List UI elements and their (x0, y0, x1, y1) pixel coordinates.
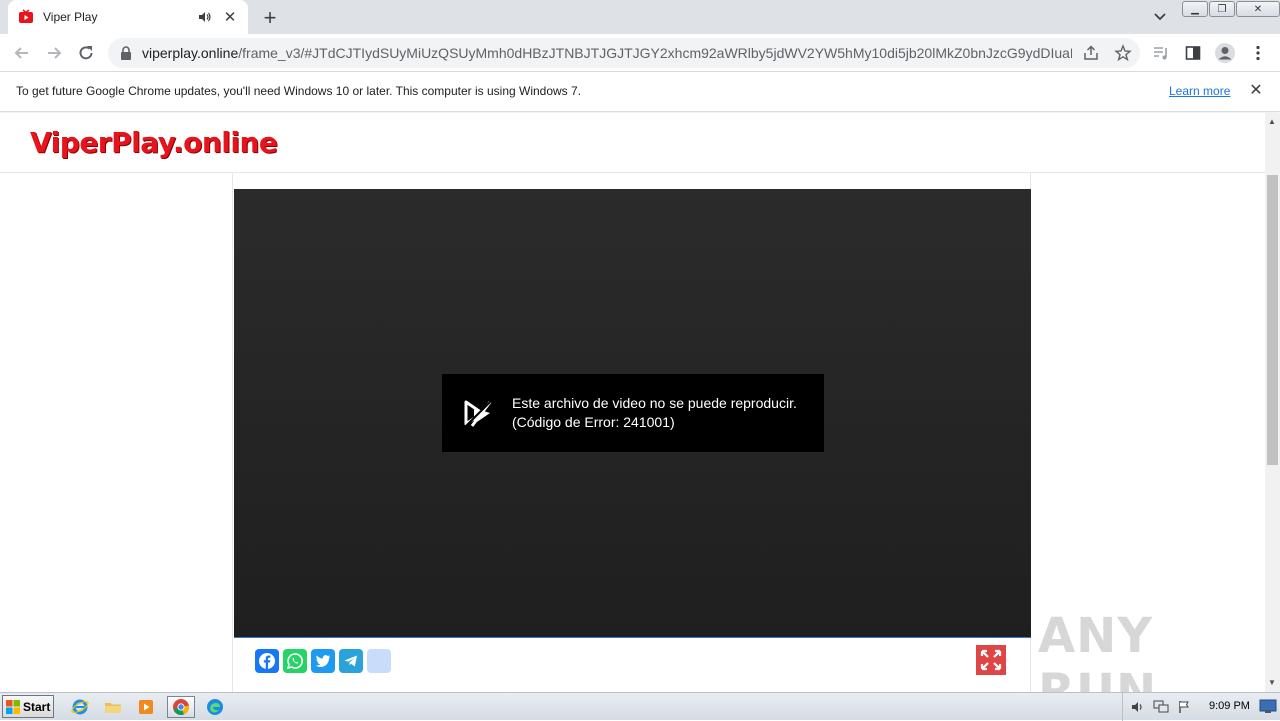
start-label: Start (23, 699, 51, 714)
player-container: Este archivo de video no se puede reprod… (232, 173, 1031, 692)
windows-logo-icon (6, 699, 20, 714)
tab-strip: Viper Play ✕ + ▁ ❐ ✕ (0, 0, 1280, 34)
tab-close-icon[interactable]: ✕ (222, 9, 238, 26)
restore-icon[interactable]: ❐ (1209, 1, 1235, 17)
twitter-icon[interactable] (311, 649, 335, 673)
menu-kebab-icon[interactable] (1246, 41, 1270, 65)
edge-icon[interactable] (203, 696, 227, 718)
window-controls: ▁ ❐ ✕ (1182, 1, 1280, 18)
learn-more-link[interactable]: Learn more (1169, 84, 1230, 98)
chrome-taskbar-icon[interactable] (167, 696, 195, 718)
url-path: /frame_v3/#JTdCJTIydSUyMiUzQSUyMmh0dHBzJ… (238, 45, 1072, 61)
infobar-message: To get future Google Chrome updates, you… (16, 84, 582, 98)
infobar-close-icon[interactable]: ✕ (1248, 83, 1264, 99)
scroll-up-icon[interactable]: ▲ (1268, 117, 1276, 126)
url-text[interactable]: viperplay.online/frame_v3/#JTdCJTIydSUyM… (142, 45, 1072, 61)
minimize-icon[interactable]: ▁ (1182, 1, 1208, 17)
site-logo[interactable]: ViperPlay.online (30, 126, 278, 159)
show-desktop-icon[interactable] (1259, 697, 1277, 715)
side-panel-icon[interactable] (1181, 41, 1205, 65)
fullscreen-button[interactable] (976, 645, 1006, 675)
reload-icon[interactable] (74, 41, 98, 65)
address-bar[interactable]: viperplay.online/frame_v3/#JTdCJTIydSUyM… (108, 38, 1140, 68)
player-error-text: Este archivo de video no se puede reprod… (512, 394, 797, 432)
media-control-icon[interactable] (1149, 41, 1173, 65)
windows-taskbar: Start 9:09 PM (0, 692, 1280, 721)
tray-flag-icon[interactable] (1177, 700, 1191, 714)
scroll-thumb[interactable] (1267, 175, 1278, 465)
profile-avatar-icon[interactable] (1213, 41, 1237, 65)
browser-toolbar: viperplay.online/frame_v3/#JTdCJTIydSUyM… (0, 34, 1280, 72)
tray-network-icon[interactable] (1153, 700, 1169, 714)
video-player[interactable]: Este archivo de video no se puede reprod… (234, 189, 1031, 638)
tab-title: Viper Play (43, 10, 98, 24)
window-close-icon[interactable]: ✕ (1236, 1, 1280, 17)
chevron-down-icon[interactable] (1150, 8, 1170, 26)
player-error-box: Este archivo de video no se puede reprod… (442, 374, 824, 452)
telegram-icon[interactable] (339, 649, 363, 673)
omnibox-actions (1082, 44, 1132, 62)
share-page-icon[interactable] (1082, 44, 1100, 62)
page-scrollbar[interactable]: ▲ ▼ (1265, 113, 1280, 692)
start-button[interactable]: Start (2, 695, 54, 718)
page-content: ViperPlay.online Este archivo de video n… (0, 113, 1265, 692)
forward-icon[interactable] (42, 41, 66, 65)
file-explorer-icon[interactable] (101, 696, 125, 718)
viperplay-favicon-icon (19, 9, 33, 23)
taskbar-clock[interactable]: 9:09 PM (1209, 700, 1250, 712)
site-header: ViperPlay.online (0, 113, 1265, 173)
video-unavailable-icon (463, 400, 492, 429)
bookmark-star-icon[interactable] (1114, 44, 1132, 62)
system-tray (1122, 693, 1191, 721)
fullscreen-icon (980, 649, 1002, 671)
error-code: (Código de Error: 241001) (512, 414, 675, 430)
error-message: Este archivo de video no se puede reprod… (512, 395, 797, 411)
url-host: viperplay.online (142, 45, 239, 61)
whatsapp-icon[interactable] (283, 649, 307, 673)
share-buttons (255, 649, 391, 673)
share-icon[interactable] (367, 649, 391, 673)
update-infobar: To get future Google Chrome updates, you… (0, 72, 1280, 112)
tray-volume-icon[interactable] (1131, 700, 1145, 714)
speaker-icon[interactable] (198, 10, 212, 24)
internet-explorer-icon[interactable] (68, 696, 92, 718)
media-player-icon[interactable] (134, 696, 158, 718)
tab-viper-play[interactable]: Viper Play ✕ (8, 0, 248, 34)
lock-icon[interactable] (120, 46, 132, 60)
new-tab-icon[interactable]: + (258, 5, 282, 30)
back-icon[interactable] (10, 41, 34, 65)
facebook-icon[interactable] (255, 649, 279, 673)
